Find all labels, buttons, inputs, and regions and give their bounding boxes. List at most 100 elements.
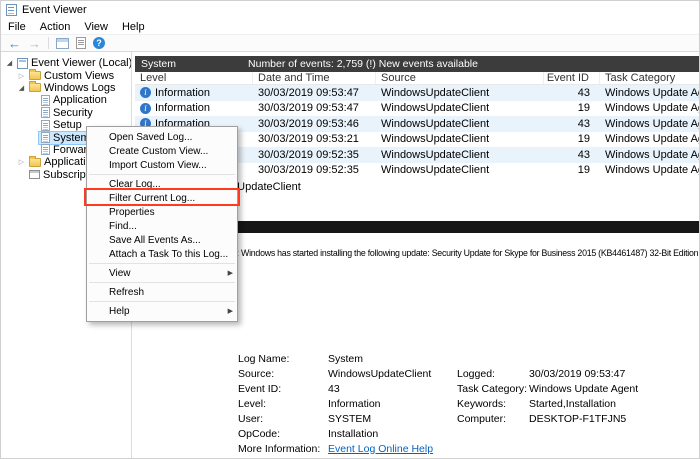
tree-item-label: Custom Views <box>44 70 114 82</box>
sidebar-item-custom-views[interactable]: Custom Views <box>1 69 131 81</box>
column-header-task-category[interactable]: Task Category <box>600 72 700 84</box>
menu-item-label: Find... <box>109 221 137 232</box>
menu-item-help[interactable]: Help <box>87 304 237 318</box>
event-details-grid: Log Name:SystemSource:WindowsUpdateClien… <box>135 351 700 456</box>
event-source: WindowsUpdateClient <box>376 133 544 145</box>
menu-item-filter-current-log[interactable]: Filter Current Log... <box>87 191 237 205</box>
detail-value: Started,Installation <box>529 398 700 410</box>
column-header-date-and-time[interactable]: Date and Time <box>253 72 376 84</box>
event-task-category: Windows Update Ag... <box>600 102 700 114</box>
menu-separator <box>89 301 235 302</box>
detail-row: Level:InformationKeywords:Started,Instal… <box>135 396 700 411</box>
events-table-header: LevelDate and TimeSourceEvent IDTask Cat… <box>135 72 700 85</box>
menu-item-create-custom-view[interactable]: Create Custom View... <box>87 144 237 158</box>
log-icon <box>41 120 50 131</box>
console-window-icon[interactable] <box>56 38 69 49</box>
event-source: WindowsUpdateClient <box>376 164 544 176</box>
event-source: WindowsUpdateClient <box>376 118 544 130</box>
detail-label: Source: <box>238 368 328 380</box>
event-level: Information <box>155 102 210 114</box>
column-header-event-id[interactable]: Event ID <box>544 72 600 84</box>
menu-item-label: Import Custom View... <box>109 160 207 171</box>
column-header-source[interactable]: Source <box>376 72 544 84</box>
menu-item-view[interactable]: View <box>87 266 237 280</box>
menu-item-attach-a-task-to-this-log[interactable]: Attach a Task To this Log... <box>87 247 237 261</box>
submenu-arrow-icon <box>228 307 233 315</box>
information-icon <box>140 87 151 98</box>
sidebar-item-event-viewer-local[interactable]: Event Viewer (Local) <box>1 57 131 69</box>
menu-separator <box>89 282 235 283</box>
tree-item-label: Application <box>53 94 107 106</box>
forward-arrow-icon[interactable] <box>28 36 41 51</box>
detail-label: Log Name: <box>238 353 328 365</box>
detail-label: Computer: <box>457 413 529 425</box>
menu-action[interactable]: Action <box>33 21 78 33</box>
sidebar-item-application[interactable]: Application <box>1 94 131 106</box>
tree-expanded-arrow-icon[interactable] <box>16 84 27 92</box>
event-log-online-help-link[interactable]: Event Log Online Help <box>328 443 457 455</box>
menu-item-clear-log[interactable]: Clear Log... <box>87 177 237 191</box>
menu-item-open-saved-log[interactable]: Open Saved Log... <box>87 130 237 144</box>
detail-value: Installation <box>328 428 457 440</box>
event-task-category: Windows Update Ag... <box>600 164 700 176</box>
column-header-level[interactable]: Level <box>135 72 253 84</box>
log-icon <box>41 95 50 106</box>
detail-row: Event ID:43Task Category:Windows Update … <box>135 381 700 396</box>
titlebar: Event Viewer <box>1 1 699 19</box>
menu-view[interactable]: View <box>77 21 115 33</box>
menu-item-find[interactable]: Find... <box>87 219 237 233</box>
menu-item-label: Help <box>109 306 130 317</box>
menu-item-label: Clear Log... <box>109 179 161 190</box>
log-header-bar: System Number of events: 2,759 (!) New e… <box>135 56 700 72</box>
detail-value: Windows Update Agent <box>529 383 700 395</box>
event-id: 43 <box>544 118 600 130</box>
detail-label: User: <box>238 413 328 425</box>
tree-item-label: Windows Logs <box>44 82 116 94</box>
context-menu: Open Saved Log...Create Custom View... Im… <box>86 126 238 322</box>
tree-collapsed-arrow-icon[interactable] <box>16 72 27 80</box>
submenu-arrow-icon <box>228 269 233 277</box>
detail-value: SYSTEM <box>328 413 457 425</box>
detail-value: Information <box>328 398 457 410</box>
detail-value: WindowsUpdateClient <box>328 368 457 380</box>
menu-file[interactable]: File <box>1 21 33 33</box>
event-count-summary: Number of events: 2,759 (!) New events a… <box>248 58 478 70</box>
tree-expanded-arrow-icon[interactable] <box>4 59 15 67</box>
menu-item-label: Filter Current Log... <box>109 193 195 204</box>
event-datetime: 30/03/2019 09:53:47 <box>253 87 376 99</box>
event-task-category: Windows Update Ag... <box>600 133 700 145</box>
window-title: Event Viewer <box>22 4 87 16</box>
menu-item-label: Refresh <box>109 287 144 298</box>
tree-item-label: System <box>53 132 90 144</box>
detail-row: Log Name:System <box>135 351 700 366</box>
event-level-cell: Information <box>135 102 253 114</box>
detail-label: Level: <box>238 398 328 410</box>
event-datetime: 30/03/2019 09:53:47 <box>253 102 376 114</box>
event-id: 19 <box>544 133 600 145</box>
detail-label: Logged: <box>457 368 529 380</box>
detail-value: System <box>328 353 457 365</box>
back-arrow-icon[interactable] <box>8 36 21 51</box>
event-row[interactable]: Information30/03/2019 09:53:47WindowsUpd… <box>135 85 700 101</box>
event-id: 43 <box>544 149 600 161</box>
folder-icon <box>29 158 41 167</box>
event-datetime: 30/03/2019 09:53:46 <box>253 118 376 130</box>
menu-item-refresh[interactable]: Refresh <box>87 285 237 299</box>
properties-document-icon[interactable] <box>76 37 86 49</box>
menu-item-label: Open Saved Log... <box>109 132 192 143</box>
event-row[interactable]: Information30/03/2019 09:53:47WindowsUpd… <box>135 101 700 117</box>
menu-item-save-all-events-as[interactable]: Save All Events As... <box>87 233 237 247</box>
folder-icon <box>29 83 41 92</box>
help-icon[interactable] <box>93 37 105 49</box>
menu-item-label: Save All Events As... <box>109 235 201 246</box>
sidebar-item-windows-logs[interactable]: Windows Logs <box>1 82 131 94</box>
menu-item-properties[interactable]: Properties <box>87 205 237 219</box>
detail-label: Task Category: <box>457 383 529 395</box>
tree-collapsed-arrow-icon[interactable] <box>16 158 27 166</box>
event-datetime: 30/03/2019 09:52:35 <box>253 149 376 161</box>
menu-item-import-custom-view[interactable]: Import Custom View... <box>87 158 237 172</box>
event-viewer-app-icon <box>6 4 17 16</box>
menu-separator <box>89 174 235 175</box>
menu-help[interactable]: Help <box>115 21 152 33</box>
sidebar-item-security[interactable]: Security <box>1 107 131 119</box>
